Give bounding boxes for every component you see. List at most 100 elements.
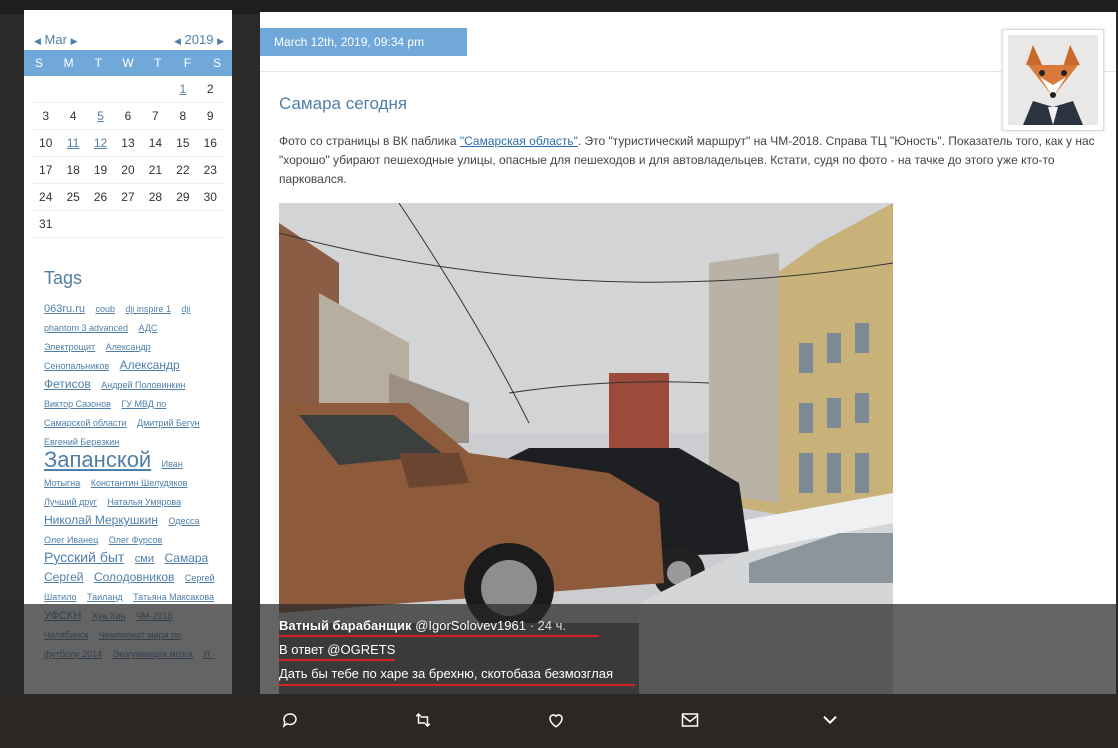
calendar-day: 24	[39, 190, 53, 204]
calendar-day: 4	[69, 109, 77, 123]
calendar-day: 2	[206, 82, 214, 96]
tag-link[interactable]: Мотыгна	[44, 478, 80, 488]
calendar-empty-cell	[32, 76, 59, 102]
calendar-week-row: 31	[32, 211, 224, 238]
calendar-day: 7	[152, 109, 159, 123]
calendar-weekdays: SMTWTFS	[24, 50, 232, 76]
tag-link[interactable]: Татьяна Максакова	[133, 592, 214, 602]
calendar-empty-cell	[59, 76, 86, 102]
tweet-reply-to[interactable]: В ответ @OGRETS	[279, 642, 395, 657]
tag-link[interactable]: Самарской области	[44, 418, 127, 428]
tag-link[interactable]: Таиланд	[87, 592, 123, 602]
retweet-icon	[415, 712, 431, 728]
tag-link[interactable]: АДС	[139, 323, 158, 333]
tag-link[interactable]: coub	[95, 304, 115, 314]
tweet-author-name[interactable]: Ватный барабанщик	[279, 618, 412, 633]
tag-link[interactable]: Одесса	[168, 516, 199, 526]
post-body: Фото со страницы в ВК паблика "Самарская…	[279, 132, 1099, 189]
tweet-text: Дать бы тебе по харе за брехню, скотобаз…	[279, 666, 613, 681]
tag-link[interactable]: 063ru.ru	[44, 303, 85, 315]
calendar-week-row: 3 456 7 8 9	[32, 103, 224, 130]
calendar-empty-cell	[87, 211, 114, 237]
community-link[interactable]: "Самарская область"	[460, 134, 578, 148]
tag-link[interactable]: Николай Меркушкин	[44, 513, 158, 527]
tag-link[interactable]: Наталья Умярова	[107, 497, 181, 507]
tag-link[interactable]: Солодовников	[94, 570, 174, 584]
calendar-day[interactable]: 11	[59, 130, 86, 156]
more-button[interactable]	[817, 707, 843, 733]
tag-link[interactable]: Виктор Сазонов	[44, 399, 111, 409]
tag-link[interactable]: Дмитрий Бегун	[137, 418, 200, 428]
calendar-day: 19	[93, 163, 108, 177]
tag-link[interactable]: Электрощит	[44, 342, 95, 352]
tweet-action-bar	[0, 694, 1118, 748]
prev-month-icon[interactable]: ◀	[34, 36, 41, 46]
post-title[interactable]: Самара сегодня	[279, 94, 407, 114]
tag-link[interactable]: Олег Иванец	[44, 535, 98, 545]
calendar-weekday: W	[122, 56, 134, 70]
calendar-day: 13	[121, 136, 135, 150]
calendar-day: 20	[121, 163, 135, 177]
next-month-icon[interactable]: ▶	[71, 36, 78, 46]
calendar-year: 2019	[184, 32, 214, 47]
tag-link[interactable]: dji inspire 1	[125, 304, 171, 314]
calendar-day: 14	[148, 136, 163, 150]
calendar-empty-cell	[114, 76, 141, 102]
divider	[260, 71, 1116, 72]
red-underline	[279, 635, 599, 637]
tag-link[interactable]: Евгений Березкин	[44, 437, 119, 447]
next-year-icon[interactable]: ▶	[217, 36, 224, 46]
calendar-day: 21	[148, 163, 163, 177]
tag-link[interactable]: Александр	[106, 342, 151, 352]
calendar-day: 26	[93, 190, 108, 204]
calendar-day: 9	[206, 109, 214, 123]
calendar-day: 3	[42, 109, 50, 123]
reply-button[interactable]	[277, 707, 303, 733]
calendar-year-switcher[interactable]: ◀ 2019 ▶	[174, 32, 224, 47]
tag-link[interactable]: ГУ МВД по	[121, 399, 166, 409]
tag-link[interactable]: phantom 3 advanced	[44, 323, 128, 333]
calendar-day[interactable]: 1	[169, 76, 196, 102]
tweet-author-handle[interactable]: @IgorSolovev1961	[415, 618, 526, 633]
calendar-week-row: 12	[32, 76, 224, 103]
tag-link[interactable]: Сенопальников	[44, 361, 109, 371]
calendar-empty-cell	[169, 211, 196, 237]
prev-year-icon[interactable]: ◀	[174, 36, 181, 46]
tag-link[interactable]: Александр	[120, 358, 180, 372]
message-icon	[681, 713, 699, 727]
author-avatar[interactable]	[1002, 29, 1104, 131]
tweet-overlay: Ватный барабанщик @IgorSolovev1961 · 24 …	[0, 604, 1118, 694]
tag-link[interactable]: Русский быт	[44, 549, 124, 565]
calendar-weekday: T	[154, 56, 162, 70]
calendar-week-row: 10 11 12 13 14 15 16	[32, 130, 224, 157]
post-date: March 12th, 2019, 09:34 pm	[260, 28, 467, 56]
retweet-button[interactable]	[410, 707, 436, 733]
tag-link[interactable]: dji	[181, 304, 190, 314]
tag-link[interactable]: Лучший друг	[44, 497, 97, 507]
tag-link[interactable]: Иван	[162, 459, 183, 469]
tag-link[interactable]: Андрей Половинкин	[101, 380, 185, 390]
calendar-empty-cell	[59, 211, 86, 237]
like-button[interactable]	[543, 707, 569, 733]
calendar-weekday: S	[34, 56, 43, 70]
tag-link[interactable]: Самара	[164, 551, 208, 565]
calendar-day: 18	[66, 163, 80, 177]
calendar-grid: 1 2 3 4 5 6 7 8 9 10 11 12 13 14 15 16 17 18 19 20 21 22 23 24 2…	[24, 76, 232, 238]
calendar-day: 31	[39, 217, 53, 231]
tag-link[interactable]: Сергей	[44, 570, 84, 584]
calendar-day[interactable]: 5	[87, 103, 114, 129]
calendar-weekday: T	[94, 56, 102, 70]
tag-link[interactable]: сми	[135, 553, 154, 565]
message-button[interactable]	[677, 707, 703, 733]
tag-link[interactable]: Олег Фурсов	[109, 535, 163, 545]
calendar-weekday: S	[213, 56, 222, 70]
tag-link[interactable]: Фетисов	[44, 377, 91, 391]
calendar-empty-cell	[142, 76, 169, 102]
calendar-day: 15	[176, 136, 190, 150]
tag-link[interactable]: Запанской	[44, 447, 151, 472]
calendar-weekday: F	[183, 56, 192, 70]
tweet-timestamp[interactable]: · 24 ч.	[530, 618, 566, 633]
tag-link[interactable]: Константин Шелудяков	[91, 478, 188, 488]
calendar-month-switcher[interactable]: ◀ Mar ▶	[34, 32, 77, 47]
calendar-day[interactable]: 12	[87, 130, 114, 156]
